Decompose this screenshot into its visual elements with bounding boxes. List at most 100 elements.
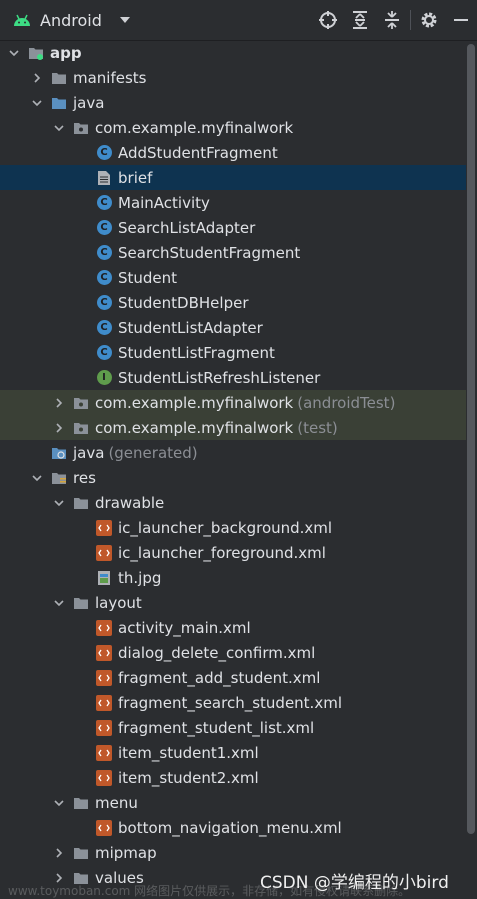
xml-file-icon (96, 669, 112, 686)
tree-label: StudentListFragment (118, 343, 275, 362)
toolbar-divider (410, 10, 411, 30)
tree-label: res (73, 468, 96, 487)
package-icon (73, 420, 89, 436)
tree-label: bottom_navigation_menu.xml (118, 818, 342, 837)
tree-node-app[interactable]: app (0, 40, 466, 65)
tree-node-file[interactable]: C SearchListAdapter (0, 215, 466, 240)
chevron-down-icon[interactable] (53, 797, 65, 809)
folder-icon (73, 595, 89, 611)
tree-label: com.example.myfinalwork (95, 393, 294, 412)
tree-node-xml-file[interactable]: dialog_delete_confirm.xml (0, 640, 466, 665)
generated-folder-icon (51, 445, 67, 461)
tree-label: item_student1.xml (118, 743, 259, 762)
chevron-right-icon[interactable] (53, 422, 65, 434)
tree-node-drawable[interactable]: drawable (0, 490, 466, 515)
tree-node-xml-file[interactable]: item_student2.xml (0, 765, 466, 790)
tree-node-layout[interactable]: layout (0, 590, 466, 615)
tree-node-file[interactable]: C Student (0, 265, 466, 290)
chevron-right-icon[interactable] (31, 72, 43, 84)
chevron-right-icon[interactable] (53, 847, 65, 859)
hide-panel-button[interactable] (445, 4, 477, 36)
tree-label: drawable (95, 493, 165, 512)
tree-node-xml-file[interactable]: item_student1.xml (0, 740, 466, 765)
tree-node-package-test[interactable]: com.example.myfinalwork (test) (0, 415, 466, 440)
tree-node-package-main[interactable]: com.example.myfinalwork (0, 115, 466, 140)
xml-file-icon (96, 644, 112, 661)
project-toolbar: Android (0, 0, 477, 41)
package-icon (73, 395, 89, 411)
chevron-down-icon[interactable] (53, 122, 65, 134)
tree-node-xml-file[interactable]: bottom_navigation_menu.xml (0, 815, 466, 840)
settings-button[interactable] (413, 4, 445, 36)
class-icon: C (96, 320, 112, 336)
chevron-down-icon[interactable] (53, 597, 65, 609)
vertical-scrollbar[interactable] (467, 44, 475, 834)
tree-node-package-android-test[interactable]: com.example.myfinalwork (androidTest) (0, 390, 466, 415)
xml-file-icon (96, 694, 112, 711)
android-icon (14, 14, 30, 26)
tree-label: java (73, 93, 105, 112)
project-tree: app manifests java com.example.myfinalwo… (0, 40, 466, 899)
tree-label: java (73, 443, 105, 462)
tree-label: MainActivity (118, 193, 210, 212)
tree-label: SearchStudentFragment (118, 243, 301, 262)
gear-icon (421, 12, 437, 28)
tree-label: dialog_delete_confirm.xml (118, 643, 316, 662)
tree-label: manifests (73, 68, 147, 87)
tree-node-file[interactable]: C SearchStudentFragment (0, 240, 466, 265)
tree-label: StudentListAdapter (118, 318, 263, 337)
tree-node-xml-file[interactable]: ic_launcher_background.xml (0, 515, 466, 540)
csdn-watermark: CSDN @学编程的小bird (260, 873, 449, 893)
minimize-icon (454, 19, 468, 21)
tree-node-menu[interactable]: menu (0, 790, 466, 815)
tree-label: fragment_search_student.xml (118, 693, 342, 712)
locate-file-button[interactable] (312, 4, 344, 36)
tree-node-file[interactable]: I StudentListRefreshListener (0, 365, 466, 390)
package-icon (73, 120, 89, 136)
tree-node-xml-file[interactable]: ic_launcher_foreground.xml (0, 540, 466, 565)
tree-node-mipmap[interactable]: mipmap (0, 840, 466, 865)
class-icon: C (96, 245, 112, 261)
tree-node-xml-file[interactable]: fragment_search_student.xml (0, 690, 466, 715)
chevron-right-icon[interactable] (53, 397, 65, 409)
view-selector-dropdown[interactable]: Android (12, 11, 132, 30)
tree-node-file-selected[interactable]: brief (0, 165, 466, 190)
resource-folder-icon (51, 470, 67, 486)
folder-icon (51, 70, 67, 86)
tree-label: com.example.myfinalwork (95, 118, 294, 137)
xml-file-icon (96, 744, 112, 761)
tree-label-suffix: (test) (297, 418, 338, 437)
tree-label: th.jpg (118, 568, 162, 587)
tree-node-xml-file[interactable]: fragment_add_student.xml (0, 665, 466, 690)
chevron-down-icon[interactable] (31, 472, 43, 484)
expand-all-button[interactable] (344, 4, 376, 36)
crosshair-icon (319, 11, 337, 29)
chevron-down-icon[interactable] (31, 97, 43, 109)
view-label: Android (40, 10, 102, 30)
tree-label-suffix: (androidTest) (297, 393, 396, 412)
tree-node-file[interactable]: C MainActivity (0, 190, 466, 215)
chevron-down-icon[interactable] (8, 47, 20, 59)
tree-node-file[interactable]: C StudentListFragment (0, 340, 466, 365)
tree-node-xml-file[interactable]: fragment_student_list.xml (0, 715, 466, 740)
tree-node-image-file[interactable]: th.jpg (0, 565, 466, 590)
tree-label: fragment_add_student.xml (118, 668, 321, 687)
collapse-all-button[interactable] (376, 4, 408, 36)
tree-node-xml-file[interactable]: activity_main.xml (0, 615, 466, 640)
tree-node-java-generated[interactable]: java (generated) (0, 440, 466, 465)
toolbar-actions (312, 4, 477, 36)
tree-node-java[interactable]: java (0, 90, 466, 115)
tree-label: StudentListRefreshListener (118, 368, 321, 387)
chevron-down-icon[interactable] (53, 497, 65, 509)
tree-node-res[interactable]: res (0, 465, 466, 490)
tree-label: item_student2.xml (118, 768, 259, 787)
tree-node-file[interactable]: C StudentListAdapter (0, 315, 466, 340)
collapse-all-icon (385, 11, 399, 29)
xml-file-icon (96, 769, 112, 786)
tree-label: activity_main.xml (118, 618, 251, 637)
tree-node-file[interactable]: C StudentDBHelper (0, 290, 466, 315)
class-icon: C (96, 145, 112, 161)
tree-node-manifests[interactable]: manifests (0, 65, 466, 90)
tree-node-file[interactable]: C AddStudentFragment (0, 140, 466, 165)
tree-label: ic_launcher_background.xml (118, 518, 333, 537)
